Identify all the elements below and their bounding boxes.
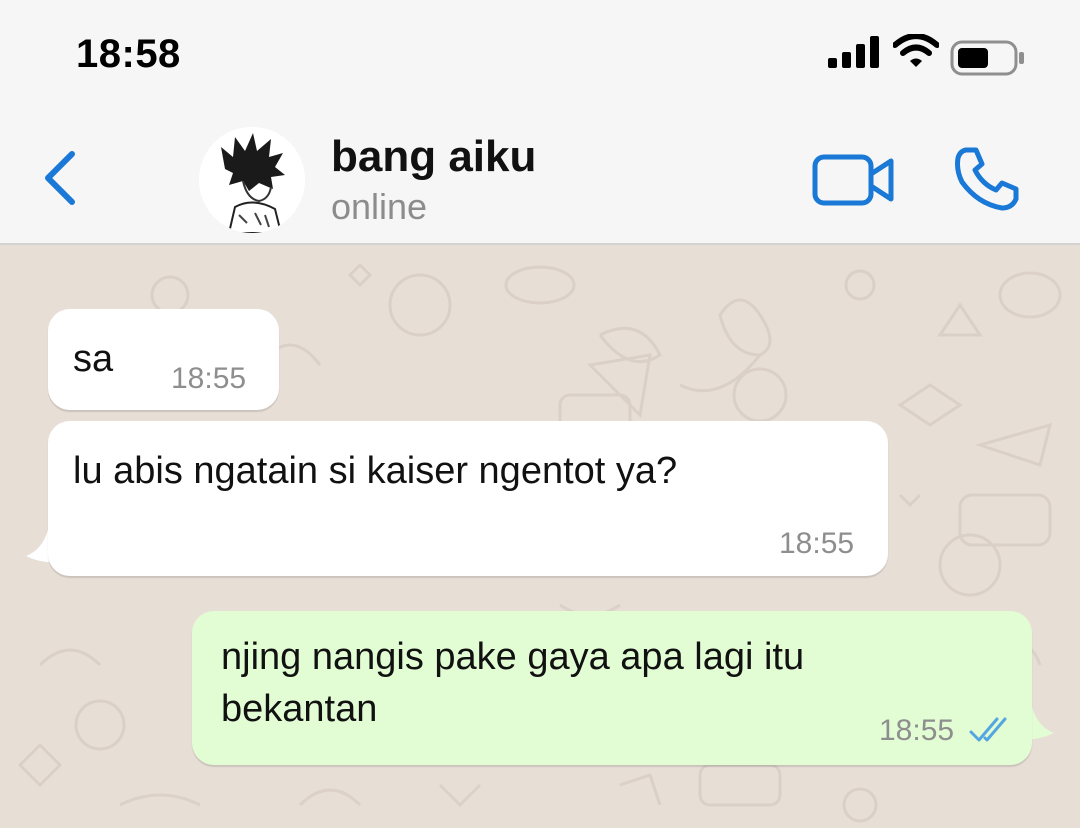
message-time: 18:55	[779, 527, 855, 560]
message-time: 18:55	[171, 362, 247, 395]
avatar-image	[199, 127, 305, 233]
message-text: lu abis ngatain si kaiser ngentot ya?	[73, 450, 678, 492]
chat-area[interactable]: sa 18:55 lu abis ngatain si kaiser ngent…	[0, 245, 1080, 828]
double-check-read-icon	[969, 717, 1007, 742]
message-text-line-1: njing nangis pake gaya apa lagi itu	[221, 636, 805, 678]
chevron-left-icon[interactable]	[40, 150, 80, 206]
signal-bars-icon	[828, 36, 879, 68]
incoming-message[interactable]: sa 18:55	[48, 309, 279, 410]
phone-icon[interactable]	[952, 146, 1022, 212]
message-text: sa	[73, 338, 114, 380]
contact-name[interactable]: bang aiku	[331, 132, 536, 182]
wifi-icon	[893, 34, 939, 67]
video-camera-icon[interactable]	[812, 152, 896, 208]
message-text-line-2: bekantan	[221, 688, 378, 730]
avatar[interactable]	[199, 127, 305, 233]
incoming-message[interactable]: lu abis ngatain si kaiser ngentot ya? 18…	[48, 421, 888, 576]
battery-icon	[950, 40, 1024, 76]
status-bar: 18:58	[0, 0, 1080, 110]
chat-header: bang aiku online	[0, 110, 1080, 245]
outgoing-message[interactable]: njing nangis pake gaya apa lagi itu beka…	[192, 611, 1032, 765]
message-time: 18:55	[879, 714, 955, 747]
status-time: 18:58	[76, 32, 181, 76]
contact-status: online	[331, 186, 428, 227]
